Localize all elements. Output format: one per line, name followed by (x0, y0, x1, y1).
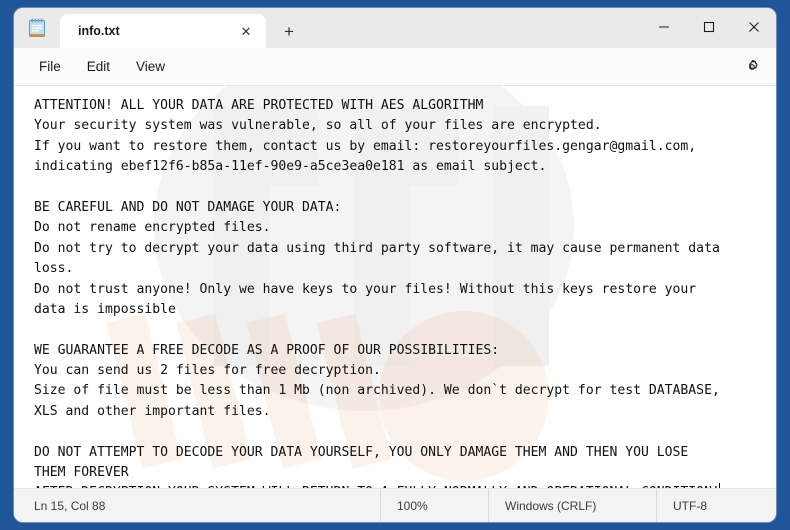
text-line (34, 320, 776, 340)
text-line: If you want to restore them, contact us … (34, 138, 697, 154)
document-text[interactable]: ATTENTION! ALL YOUR DATA ARE PROTECTED W… (14, 86, 776, 488)
app-icon-slot (14, 8, 60, 48)
text-line: data is impossible (34, 301, 176, 317)
text-caret (718, 483, 720, 488)
text-line: XLS and other important files. (34, 403, 271, 419)
text-line: ATTENTION! ALL YOUR DATA ARE PROTECTED W… (34, 98, 484, 113)
tab-strip: info.txt ✕ + (60, 8, 306, 48)
gear-icon[interactable] (738, 54, 766, 80)
minimize-button[interactable] (641, 8, 686, 46)
status-bar: Ln 15, Col 88 100% Windows (CRLF) UTF-8 (14, 488, 776, 522)
text-line: You can send us 2 files for free decrypt… (34, 363, 381, 379)
text-line: Do not trust anyone! Only we have keys t… (34, 281, 697, 297)
text-line (34, 178, 776, 198)
text-line: Do not rename encrypted files. (34, 220, 271, 236)
menu-item-edit[interactable]: Edit (74, 54, 123, 79)
status-zoom-level[interactable]: 100% (380, 488, 488, 522)
text-line: DO NOT ATTEMPT TO DECODE YOUR DATA YOURS… (34, 444, 689, 460)
text-line: WE GUARANTEE A FREE DECODE AS A PROOF OF… (34, 342, 500, 358)
text-editor-area[interactable]: ATTENTION! ALL YOUR DATA ARE PROTECTED W… (14, 86, 776, 488)
close-window-button[interactable] (731, 8, 776, 46)
notepad-icon (28, 18, 46, 38)
maximize-button[interactable] (686, 8, 731, 46)
menu-bar: File Edit View (14, 48, 776, 86)
text-line: AFTER DECRYPTION YOUR SYSTEM WILL RETURN… (34, 483, 776, 488)
window-controls (641, 8, 776, 48)
text-line: Your security system was vulnerable, so … (34, 118, 602, 134)
status-cursor-position: Ln 15, Col 88 (34, 498, 106, 513)
status-line-endings[interactable]: Windows (CRLF) (488, 488, 656, 522)
text-line: indicating ebef12f6-b85a-11ef-90e9-a5ce3… (34, 159, 547, 175)
close-tab-icon[interactable]: ✕ (234, 19, 258, 43)
tab-title: info.txt (78, 24, 120, 38)
new-tab-button[interactable]: + (272, 14, 306, 48)
text-line: Size of file must be less than 1 Mb (non… (34, 383, 720, 399)
text-line: THEM FOREVER (34, 465, 129, 481)
title-bar: info.txt ✕ + (14, 8, 776, 48)
text-line (34, 422, 776, 442)
notepad-window: info.txt ✕ + File Edit View ATTENTION! A… (14, 8, 776, 522)
text-line: loss. (34, 261, 74, 277)
status-encoding[interactable]: UTF-8 (656, 488, 723, 522)
desktop-background: info.txt ✕ + File Edit View ATTENTION! A… (0, 0, 790, 530)
menu-item-view[interactable]: View (123, 54, 178, 79)
text-line: Do not try to decrypt your data using th… (34, 240, 720, 256)
tab-info-txt[interactable]: info.txt ✕ (60, 14, 266, 48)
text-line: BE CAREFUL AND DO NOT DAMAGE YOUR DATA: (34, 199, 342, 215)
menu-item-file[interactable]: File (26, 54, 74, 79)
